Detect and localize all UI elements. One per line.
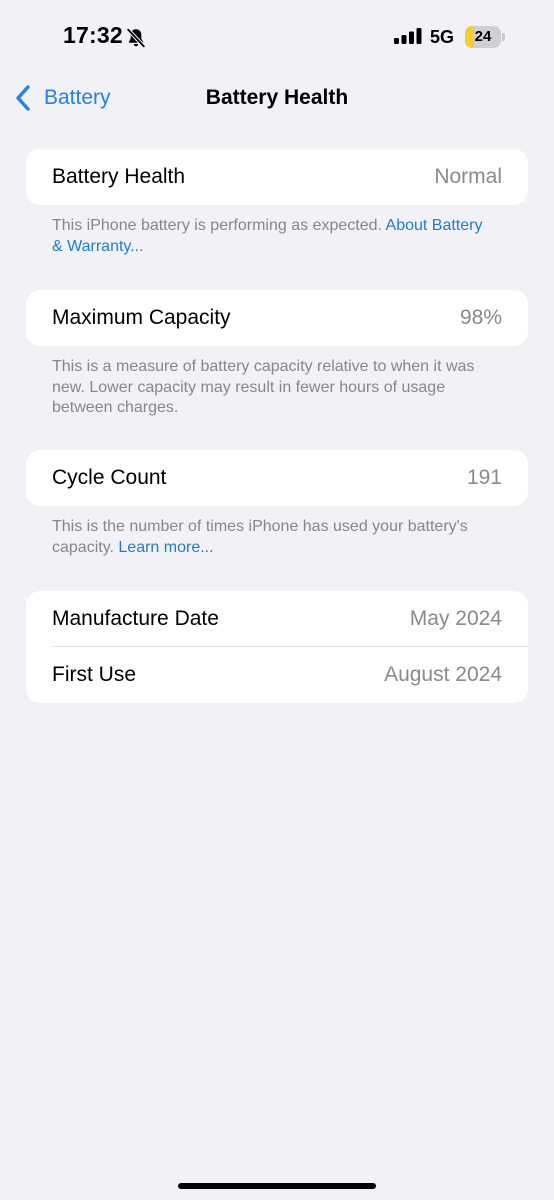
maximum-capacity-row: Maximum Capacity 98% (26, 290, 528, 346)
cycle-count-footnote-text: This is the number of times iPhone has u… (52, 518, 468, 556)
battery-health-value: Normal (434, 165, 502, 188)
manufacture-date-label: Manufacture Date (52, 607, 219, 630)
bell-slash-icon (126, 27, 146, 49)
battery-level-text: 24 (474, 28, 492, 45)
home-indicator[interactable] (178, 1183, 376, 1189)
network-type-label: 5G (430, 27, 455, 47)
battery-dates-card: Manufacture Date May 2024 First Use Augu… (26, 591, 528, 703)
battery-health-card: Battery Health Normal (26, 149, 528, 205)
first-use-label: First Use (52, 663, 136, 686)
maximum-capacity-footnote: This is a measure of battery capacity re… (52, 358, 475, 416)
maximum-capacity-value: 98% (459, 306, 502, 329)
navigation-bar: Battery Health Battery (0, 76, 554, 120)
first-use-value: August 2024 (384, 663, 502, 686)
battery-health-footnote-text: This iPhone battery is performing as exp… (52, 217, 386, 234)
battery-health-label: Battery Health (52, 165, 186, 188)
cycle-count-value: 191 (466, 466, 502, 489)
cycle-count-row: Cycle Count 191 (26, 450, 528, 506)
first-use-row: First Use August 2024 (26, 647, 528, 703)
cycle-count-footnote: This is the number of times iPhone has u… (52, 517, 492, 558)
cycle-count-card: Cycle Count 191 (26, 450, 528, 506)
status-time: 17:32 (63, 22, 123, 48)
learn-more-link[interactable]: Learn more... (118, 539, 213, 556)
battery-icon: 24 (465, 26, 505, 48)
battery-health-row: Battery Health Normal (26, 149, 528, 205)
chevron-left-icon (16, 85, 30, 111)
status-bar: 17:32 5G 24 (0, 0, 554, 76)
manufacture-date-value: May 2024 (409, 607, 502, 630)
manufacture-date-row: Manufacture Date May 2024 (26, 591, 528, 647)
cycle-count-label: Cycle Count (52, 466, 167, 489)
back-button-label: Battery (44, 86, 111, 109)
maximum-capacity-label: Maximum Capacity (52, 306, 231, 329)
cellular-signal-icon (394, 28, 422, 44)
maximum-capacity-card: Maximum Capacity 98% (26, 290, 528, 346)
back-button[interactable]: Battery (14, 76, 111, 120)
battery-health-footnote: This iPhone battery is performing as exp… (52, 216, 492, 257)
